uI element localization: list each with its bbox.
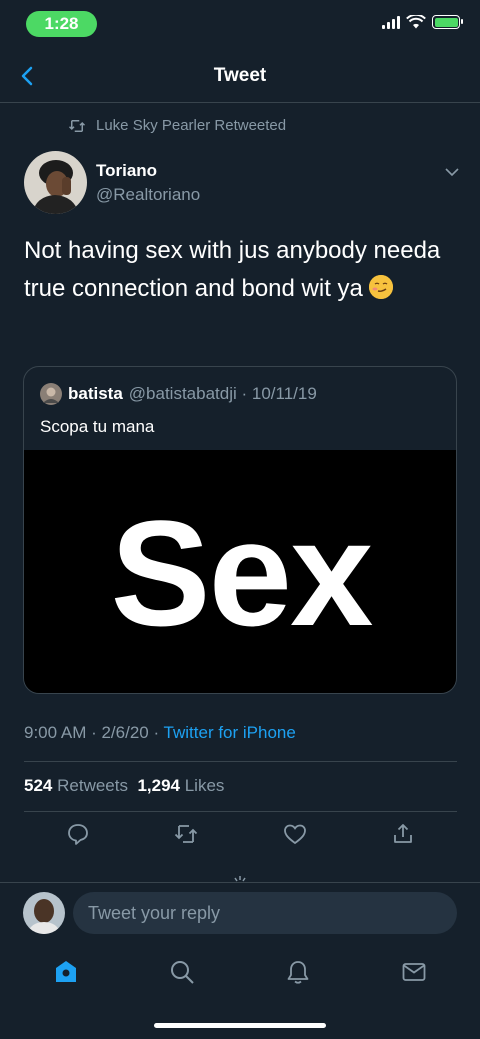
retweet-context-label: Luke Sky Pearler Retweeted (96, 117, 287, 134)
retweets-label[interactable]: Retweets (57, 776, 128, 795)
home-indicator (154, 1023, 326, 1028)
status-icons (382, 15, 463, 29)
share-icon[interactable] (389, 820, 417, 848)
reply-icon[interactable] (64, 820, 92, 848)
timestamp-text: 9:00 AM · 2/6/20 · (24, 723, 164, 742)
quoted-author-handle: @batistabatdji · 10/11/19 (128, 384, 317, 403)
author-name[interactable]: Toriano (96, 161, 157, 181)
quoted-tweet-text: Scopa tu mana (40, 417, 155, 436)
divider (0, 882, 480, 883)
cellular-signal-icon (382, 15, 400, 29)
navigation-bar: Tweet (0, 50, 480, 103)
divider (24, 761, 457, 762)
quoted-tweet-header: batista @batistabatdji · 10/11/19 (40, 383, 317, 405)
retweet-action-icon[interactable] (172, 820, 200, 848)
quoted-author-name: batista (68, 384, 123, 403)
tab-search-icon[interactable] (168, 958, 196, 986)
tab-home-icon[interactable] (52, 958, 80, 986)
tweet-timestamp: 9:00 AM · 2/6/20 · Twitter for iPhone (24, 723, 296, 743)
author-handle[interactable]: @Realtoriano (96, 185, 200, 205)
retweets-count[interactable]: 524 (24, 776, 52, 795)
like-heart-icon[interactable] (281, 820, 309, 848)
wifi-icon (406, 15, 426, 29)
tab-messages-mail-icon[interactable] (400, 958, 428, 986)
quoted-tweet[interactable]: batista @batistabatdji · 10/11/19 Scopa … (23, 366, 457, 694)
reply-input[interactable]: Tweet your reply (73, 892, 457, 934)
tab-notifications-bell-icon[interactable] (284, 958, 312, 986)
quoted-tweet-media[interactable]: Sex (24, 450, 456, 693)
status-time: 1:28 (26, 11, 97, 37)
tweet-actions (24, 820, 457, 848)
engagement-counts: 524 Retweets 1,294 Likes (24, 776, 224, 796)
smirking-face-emoji-icon (368, 275, 393, 299)
page-title: Tweet (213, 65, 267, 86)
tweet-text: Not having sex with jus anybody needa tr… (24, 232, 456, 308)
author-avatar[interactable] (24, 151, 87, 214)
tab-bar (0, 944, 480, 999)
tweet-source-link[interactable]: Twitter for iPhone (164, 723, 296, 742)
user-avatar[interactable] (23, 892, 65, 934)
chevron-down-icon[interactable] (444, 164, 460, 180)
quoted-avatar (40, 383, 62, 405)
divider (24, 811, 457, 812)
quoted-media-text: Sex (110, 488, 374, 657)
retweet-icon (68, 119, 86, 132)
battery-icon (432, 15, 463, 29)
retweet-context[interactable]: Luke Sky Pearler Retweeted (68, 117, 286, 134)
likes-count[interactable]: 1,294 (137, 776, 180, 795)
likes-label[interactable]: Likes (185, 776, 225, 795)
